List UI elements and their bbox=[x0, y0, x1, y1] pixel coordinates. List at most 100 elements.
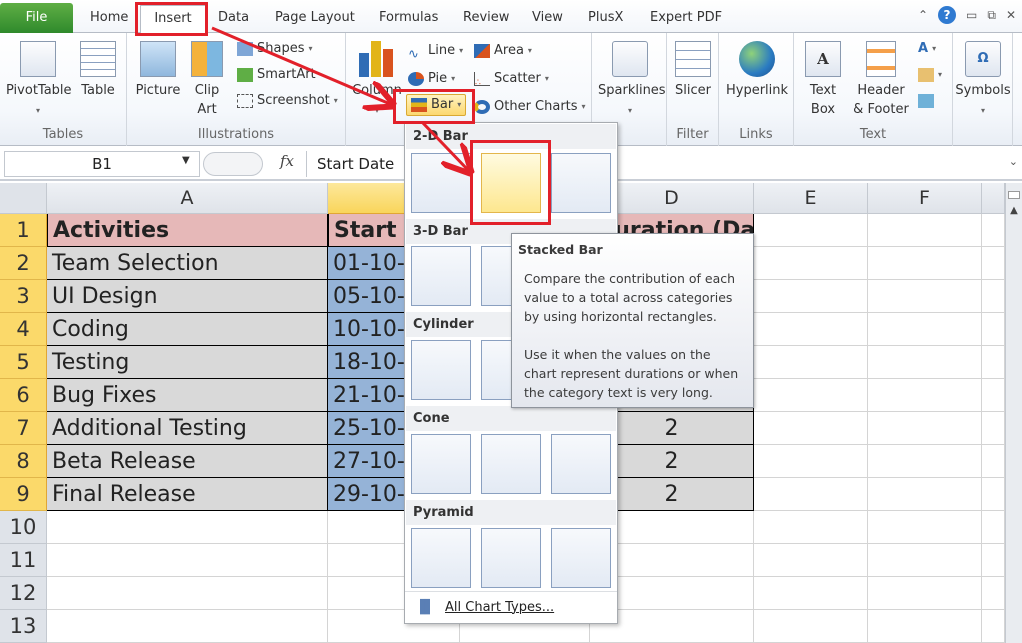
cell-empty[interactable] bbox=[754, 379, 868, 412]
pie-chart-button[interactable]: Pie ▾ bbox=[408, 68, 455, 90]
row-header-10[interactable]: 10 bbox=[0, 511, 47, 544]
cell-empty[interactable] bbox=[982, 445, 1005, 478]
cell-a1[interactable]: Activities bbox=[47, 214, 328, 247]
column-header-e[interactable]: E bbox=[754, 183, 868, 214]
cell-empty[interactable] bbox=[982, 544, 1005, 577]
cell-activity[interactable]: Team Selection bbox=[47, 247, 328, 280]
tab-expert-pdf[interactable]: Expert PDF bbox=[642, 5, 730, 33]
table-button[interactable]: Table bbox=[76, 41, 120, 100]
split-box[interactable] bbox=[1008, 191, 1020, 199]
row-header-7[interactable]: 7 bbox=[0, 412, 47, 445]
scatter-chart-button[interactable]: ∴ Scatter ▾ bbox=[474, 68, 549, 90]
cell-empty[interactable] bbox=[982, 379, 1005, 412]
cell-empty[interactable] bbox=[754, 313, 868, 346]
cell-empty[interactable] bbox=[982, 577, 1005, 610]
formula-bar-splitter[interactable] bbox=[203, 152, 263, 176]
cell-empty[interactable] bbox=[754, 577, 868, 610]
area-chart-button[interactable]: Area ▾ bbox=[474, 40, 532, 62]
cell-empty[interactable] bbox=[868, 577, 982, 610]
pyramid-stacked-option[interactable] bbox=[481, 528, 541, 588]
cell-empty[interactable] bbox=[47, 544, 328, 577]
expand-formula-bar-icon[interactable]: ⌄ bbox=[1009, 155, 1018, 168]
symbols-button[interactable]: Ω Symbols ▾ bbox=[955, 41, 1011, 120]
tab-review[interactable]: Review bbox=[455, 5, 517, 33]
cell-empty[interactable] bbox=[868, 280, 982, 313]
cell-empty[interactable] bbox=[754, 346, 868, 379]
object-button[interactable] bbox=[918, 90, 934, 112]
cell-activity[interactable]: Final Release bbox=[47, 478, 328, 511]
cell-empty[interactable] bbox=[754, 247, 868, 280]
screenshot-button[interactable]: Screenshot ▾ bbox=[237, 90, 338, 112]
column-header-g[interactable] bbox=[982, 183, 1005, 214]
name-box-dropdown-icon[interactable]: ▼ bbox=[182, 155, 190, 166]
cell-empty[interactable] bbox=[868, 247, 982, 280]
smartart-button[interactable]: SmartArt bbox=[237, 64, 316, 86]
insert-function-icon[interactable]: fx bbox=[280, 152, 294, 170]
help-icon[interactable]: ? bbox=[938, 6, 957, 24]
row-header-12[interactable]: 12 bbox=[0, 577, 47, 610]
cell-empty[interactable] bbox=[754, 610, 868, 643]
cell-empty[interactable] bbox=[754, 544, 868, 577]
cell-empty[interactable] bbox=[47, 577, 328, 610]
tab-file[interactable]: File bbox=[0, 3, 73, 33]
cell-empty[interactable] bbox=[868, 346, 982, 379]
cell-activity[interactable]: Additional Testing bbox=[47, 412, 328, 445]
cell-empty[interactable] bbox=[868, 445, 982, 478]
column-header-f[interactable]: F bbox=[868, 183, 982, 214]
pivottable-button[interactable]: PivotTable ▾ bbox=[6, 41, 72, 120]
100-stacked-bar-option[interactable] bbox=[551, 153, 611, 213]
tab-page-layout[interactable]: Page Layout bbox=[267, 5, 363, 33]
cell-empty[interactable] bbox=[47, 610, 328, 643]
cell-empty[interactable] bbox=[754, 280, 868, 313]
sparklines-button[interactable]: Sparklines ▾ bbox=[598, 41, 666, 120]
cell-empty[interactable] bbox=[754, 478, 868, 511]
cell-empty[interactable] bbox=[868, 544, 982, 577]
scroll-up-icon[interactable]: ▲ bbox=[1006, 205, 1022, 216]
tab-plusx[interactable]: PlusX bbox=[580, 5, 631, 33]
row-header-4[interactable]: 4 bbox=[0, 313, 47, 346]
row-header-11[interactable]: 11 bbox=[0, 544, 47, 577]
pyramid-100-stacked-option[interactable] bbox=[551, 528, 611, 588]
cell-activity[interactable]: Beta Release bbox=[47, 445, 328, 478]
row-header-8[interactable]: 8 bbox=[0, 445, 47, 478]
row-header-13[interactable]: 13 bbox=[0, 610, 47, 643]
cell-empty[interactable] bbox=[754, 511, 868, 544]
row-header-9[interactable]: 9 bbox=[0, 478, 47, 511]
name-box[interactable]: B1 bbox=[4, 151, 200, 177]
cell-activity[interactable]: Coding bbox=[47, 313, 328, 346]
cell-activity[interactable]: Testing bbox=[47, 346, 328, 379]
cell-empty[interactable] bbox=[982, 610, 1005, 643]
cell-empty[interactable] bbox=[754, 214, 868, 247]
cell-empty[interactable] bbox=[982, 247, 1005, 280]
tab-formulas[interactable]: Formulas bbox=[371, 5, 446, 33]
slicer-button[interactable]: Slicer bbox=[671, 41, 715, 100]
cone-clustered-option[interactable] bbox=[411, 434, 471, 494]
wordart-button[interactable]: A ▾ bbox=[918, 38, 936, 60]
row-header-1[interactable]: 1 bbox=[0, 214, 47, 247]
select-all-corner[interactable] bbox=[0, 183, 47, 214]
cell-empty[interactable] bbox=[868, 313, 982, 346]
cell-empty[interactable] bbox=[868, 214, 982, 247]
shapes-button[interactable]: Shapes ▾ bbox=[237, 38, 313, 60]
3d-clustered-bar-option[interactable] bbox=[411, 246, 471, 306]
cell-empty[interactable] bbox=[868, 379, 982, 412]
cone-100-stacked-option[interactable] bbox=[551, 434, 611, 494]
cell-activity[interactable]: UI Design bbox=[47, 280, 328, 313]
tab-home[interactable]: Home bbox=[82, 5, 136, 33]
cell-empty[interactable] bbox=[982, 346, 1005, 379]
picture-button[interactable]: Picture bbox=[133, 41, 183, 100]
cell-activity[interactable]: Bug Fixes bbox=[47, 379, 328, 412]
cell-empty[interactable] bbox=[982, 313, 1005, 346]
cell-empty[interactable] bbox=[982, 511, 1005, 544]
row-header-6[interactable]: 6 bbox=[0, 379, 47, 412]
cell-empty[interactable] bbox=[47, 511, 328, 544]
cell-empty[interactable] bbox=[868, 412, 982, 445]
signature-line-button[interactable]: ▾ bbox=[918, 64, 942, 86]
minimize-icon[interactable]: ▭ bbox=[966, 8, 977, 22]
cylinder-clustered-option[interactable] bbox=[411, 340, 471, 400]
all-chart-types-button[interactable]: ▐▌ All Chart Types... bbox=[405, 591, 617, 623]
tab-view[interactable]: View bbox=[524, 5, 571, 33]
minimize-ribbon-icon[interactable]: ⌃ bbox=[918, 8, 928, 22]
cell-empty[interactable] bbox=[982, 280, 1005, 313]
close-icon[interactable]: ✕ bbox=[1006, 8, 1016, 22]
